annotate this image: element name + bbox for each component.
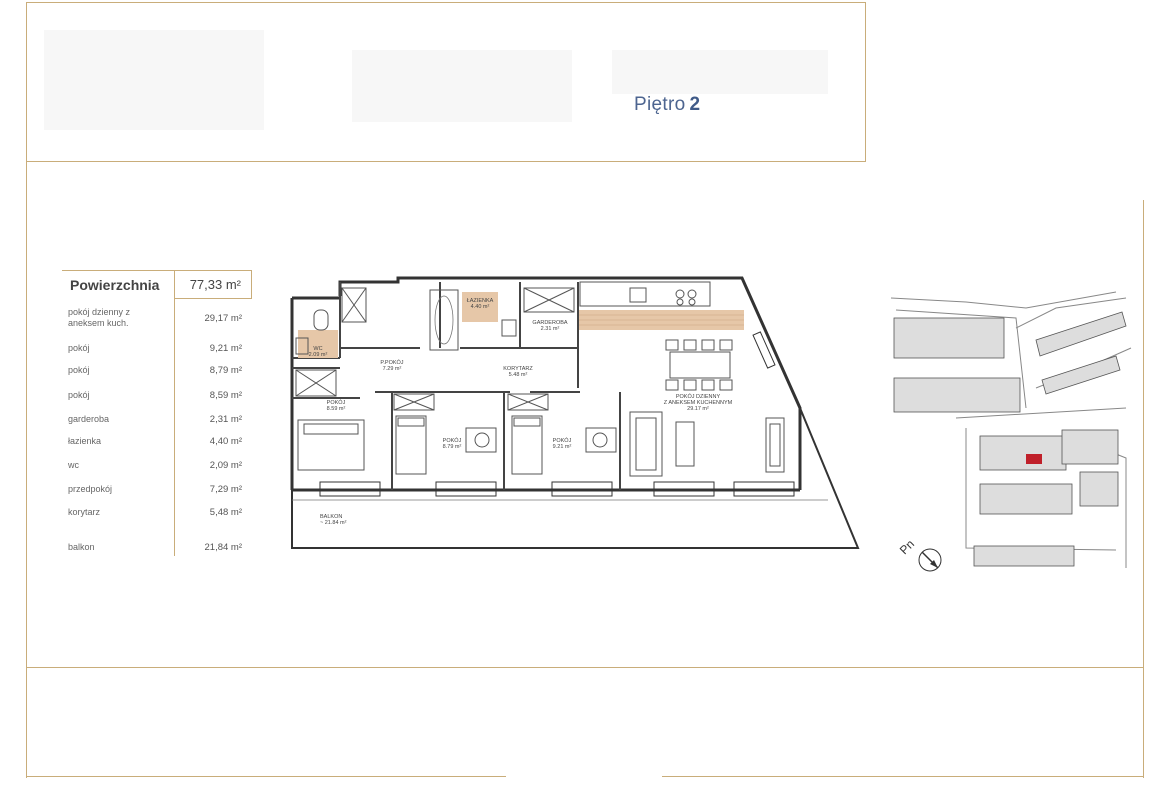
area-row-value: 29,17 m²	[204, 313, 243, 324]
room-area-balkon: ~ 21.84 m²	[320, 520, 347, 526]
area-row-value: 2,09 m²	[209, 460, 242, 471]
area-table-title: Powierzchnia	[70, 277, 160, 293]
floor-title: Piętro 2	[634, 94, 700, 116]
header-placeholder-right	[612, 50, 828, 94]
room-area-pokoj2: 8.79 m²	[443, 444, 462, 450]
site-buildings	[893, 311, 1127, 567]
area-row-label: korytarz	[68, 507, 101, 517]
room-area-lazienka: 4.40 m²	[471, 304, 490, 310]
header-placeholder-left	[44, 30, 264, 130]
site-map: Pn	[890, 291, 1132, 572]
area-row-label: pokój	[68, 390, 90, 400]
bathtub	[429, 289, 459, 351]
area-row-label: łazienka	[68, 436, 102, 446]
frame-header-divider	[26, 161, 866, 162]
room-label-pokoj1: POKÓJ	[327, 399, 346, 406]
room-area-pokoj-dzienny: 29.17 m²	[687, 406, 709, 412]
frame-right-line	[1143, 200, 1144, 778]
highlighted-building	[1026, 454, 1042, 464]
north-arrow	[918, 548, 942, 572]
bathtub-basin	[434, 295, 454, 345]
wc-toilet	[313, 309, 329, 331]
frame-bottom-line-left	[26, 776, 506, 777]
area-row-label: balkon	[68, 542, 95, 552]
area-row-value: 7,29 m²	[209, 484, 242, 495]
area-row-value: 5,48 m²	[209, 507, 242, 518]
area-row-label: pokój	[68, 365, 90, 375]
frame-left-line	[26, 2, 27, 778]
washbasin	[501, 319, 517, 337]
area-row-value: 4,40 m²	[209, 436, 242, 447]
room-label-pokoj2: POKÓJ	[443, 437, 462, 444]
area-row-label: wc	[68, 460, 79, 470]
area-row-label: przedpokój	[68, 484, 113, 494]
frame-bottom-line-right	[662, 776, 1144, 777]
room-label-pokoj3: POKÓJ	[553, 437, 572, 444]
room-area-wc: 2.09 m²	[309, 352, 328, 358]
area-row-value: 9,21 m²	[209, 343, 242, 354]
interior-walls	[292, 282, 621, 490]
frame-right-line-upper	[865, 2, 866, 162]
balcony-outline	[291, 407, 860, 549]
area-row-label: garderoba	[68, 414, 110, 424]
area-table-divider	[174, 298, 175, 556]
frame-top-line	[26, 2, 866, 3]
area-row-label: pokój	[68, 343, 90, 353]
desks	[465, 427, 617, 453]
room-area-przedpokoj: 7.29 m²	[383, 366, 402, 372]
floor-number: 2	[689, 94, 701, 115]
room-area-pokoj1: 8.59 m²	[327, 406, 346, 412]
header-placeholder-mid	[352, 50, 572, 122]
total-area-value: 77,33 m²	[189, 277, 241, 292]
outer-walls	[290, 276, 802, 492]
floor-plan: WC 2.09 m² ŁAZIENKA 4.40 m² GARDEROBA 2.…	[290, 276, 860, 549]
dining-table	[665, 339, 733, 391]
frame-bottom-divider	[26, 667, 1144, 668]
room-label-przedpokoj: P.POKÓJ	[380, 359, 403, 366]
room-area-korytarz: 5.48 m²	[509, 372, 528, 378]
total-area-box: 77,33 m²	[174, 270, 252, 299]
room-area-garderoba: 2.31 m²	[541, 326, 560, 332]
area-row-label: pokój dzienny z aneksem kuch.	[68, 307, 131, 328]
room-label-pokoj-dzienny-1: POKÓJ DZIENNY	[676, 393, 721, 400]
north-label: Pn	[897, 537, 917, 557]
beds	[297, 415, 543, 475]
kitchen-counter	[579, 281, 711, 307]
area-row-value: 2,31 m²	[209, 414, 242, 425]
side-window	[752, 331, 776, 369]
area-row-value: 21,84 m²	[204, 542, 243, 553]
area-table-header: Powierzchnia	[62, 270, 174, 299]
sofa	[629, 411, 785, 477]
floor-title-prefix: Piętro	[634, 94, 686, 115]
room-area-pokoj3: 9.21 m²	[553, 444, 572, 450]
area-row-value: 8,59 m²	[209, 390, 242, 401]
area-row-value: 8,79 m²	[209, 365, 242, 376]
